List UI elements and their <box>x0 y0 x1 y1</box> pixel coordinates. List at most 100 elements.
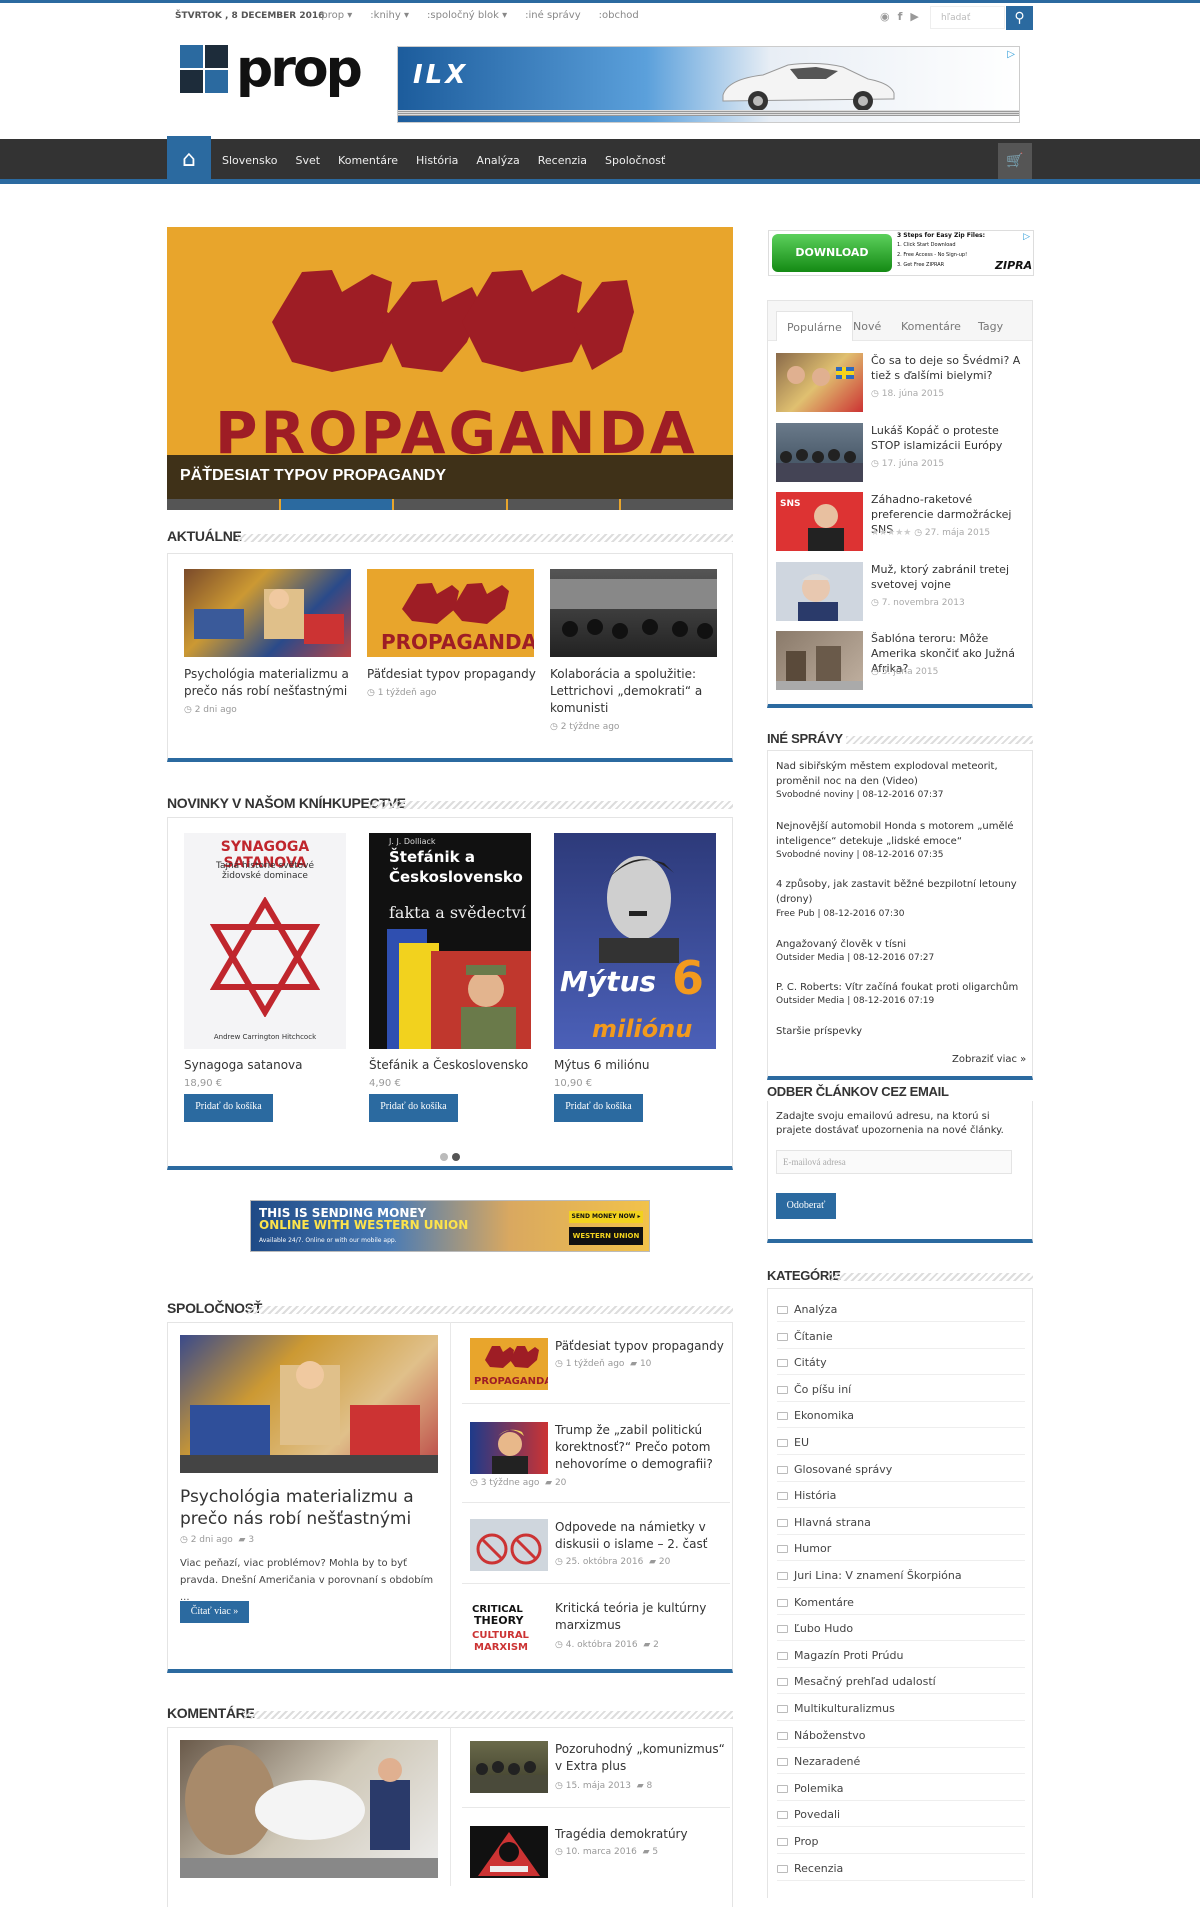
tab-popularne[interactable]: Populárne <box>776 311 853 341</box>
carousel-dot[interactable] <box>440 1153 448 1161</box>
download-button[interactable]: DOWNLOAD <box>772 234 892 272</box>
category-item[interactable]: Mesačný prehľad udalostí <box>777 1668 1025 1694</box>
komentare-thumb-2[interactable] <box>470 1826 548 1878</box>
ine-item-title-3[interactable]: 4 způsoby, jak zastavit běžné bezpilotní… <box>776 877 1031 907</box>
category-item[interactable]: Glosované správy <box>777 1456 1025 1482</box>
ine-item-title-5[interactable]: P. C. Roberts: Vítr začíná foukat proti … <box>776 980 1031 995</box>
spolocnost-main-title[interactable]: Psychológia materializmu a prečo nás rob… <box>180 1486 420 1530</box>
nav-item-svet[interactable]: Svet <box>295 154 320 167</box>
cart-button[interactable]: 🛒 <box>998 143 1032 179</box>
ine-item-title-2[interactable]: Nejnovější automobil Honda s motorem „um… <box>776 819 1031 849</box>
category-item[interactable]: Povedali <box>777 1801 1025 1827</box>
category-item[interactable]: Recenzia <box>777 1855 1025 1881</box>
nav-item-komentare[interactable]: Komentáre <box>338 154 398 167</box>
top-menu-spolocny-blok[interactable]: :spoločný blok ▾ <box>427 10 507 21</box>
aktualne-title-2[interactable]: Päťdesiat typov propagandy <box>367 666 537 683</box>
book-cover-3[interactable]: Mýtus 6 miliónu <box>554 833 716 1049</box>
popular-thumb-4[interactable] <box>776 562 863 621</box>
email-field[interactable]: E-mailová adresa <box>776 1150 1012 1174</box>
spolocnost-item-title-4[interactable]: Kritická teória je kultúrny marxizmus <box>555 1600 725 1634</box>
spolocnost-thumb-3[interactable] <box>470 1519 548 1571</box>
home-button[interactable]: ⌂ <box>167 136 211 184</box>
spolocnost-item-title-3[interactable]: Odpovede na námietky v diskusii o islame… <box>555 1519 725 1553</box>
category-item[interactable]: Multikulturalizmus <box>777 1695 1025 1721</box>
nav-item-analyza[interactable]: Analýza <box>476 154 519 167</box>
komentare-main-image[interactable] <box>180 1740 438 1878</box>
tab-nove[interactable]: Nové <box>843 311 891 341</box>
slide-dot[interactable] <box>507 499 620 510</box>
top-menu-prop[interactable]: :prop ▾ <box>318 10 352 21</box>
category-item[interactable]: Prop <box>777 1828 1025 1854</box>
nav-item-slovensko[interactable]: Slovensko <box>222 154 277 167</box>
ine-item-title-4[interactable]: Angažovaný člověk v tísni <box>776 937 1031 952</box>
spolocnost-main-image[interactable] <box>180 1335 438 1473</box>
category-item[interactable]: Citáty <box>777 1349 1025 1375</box>
komentare-item-title-2[interactable]: Tragédia demokratúry <box>555 1826 725 1843</box>
aktualne-title-1[interactable]: Psychológia materializmu a prečo nás rob… <box>184 666 354 700</box>
category-item[interactable]: Analýza <box>777 1296 1025 1322</box>
komentare-item-title-1[interactable]: Pozoruhodný „komunizmus“ v Extra plus <box>555 1741 725 1775</box>
subscribe-button[interactable]: Odoberať <box>776 1193 836 1219</box>
add-to-cart-button-1[interactable]: Pridať do košíka <box>184 1094 273 1122</box>
slide-dot[interactable] <box>621 499 733 510</box>
nav-item-historia[interactable]: História <box>416 154 458 167</box>
spolocnost-thumb-2[interactable] <box>470 1422 548 1474</box>
add-to-cart-button-3[interactable]: Pridať do košíka <box>554 1094 643 1122</box>
popular-title-2[interactable]: Lukáš Kopáč o proteste STOP islamizácii … <box>871 423 1031 453</box>
search-button[interactable]: ⚲ <box>1006 6 1033 30</box>
tab-tagy[interactable]: Tagy <box>968 311 1013 341</box>
category-item[interactable]: Polemika <box>777 1775 1025 1801</box>
carousel-dot-active[interactable] <box>452 1153 460 1161</box>
sidebar-ad[interactable]: DOWNLOAD 3 Steps for Easy Zip Files: 1. … <box>768 230 1034 276</box>
spolocnost-item-title-2[interactable]: Trump že „zabil politickú korektnosť?“ P… <box>555 1422 725 1473</box>
book-cover-2[interactable]: J. J. Dolliack Štefánik a Československo… <box>369 833 531 1049</box>
western-union-ad[interactable]: THIS IS SENDING MONEY ONLINE WITH WESTER… <box>250 1200 650 1252</box>
top-banner-ad[interactable]: ILX ▷ <box>397 46 1020 123</box>
category-item[interactable]: EU <box>777 1429 1025 1455</box>
ad-info-icon[interactable]: ▷ <box>1007 49 1015 60</box>
youtube-icon[interactable]: ▶ <box>910 10 918 23</box>
featured-slider[interactable]: PROPAGANDA PÄŤDESIAT TYPOV PROPAGANDY <box>167 227 733 510</box>
spolocnost-thumb-1[interactable]: PROPAGANDA <box>470 1338 548 1390</box>
search-input[interactable]: hľadať <box>930 6 1005 29</box>
komentare-thumb-1[interactable] <box>470 1741 548 1793</box>
category-item[interactable]: Hlavná strana <box>777 1509 1025 1535</box>
add-to-cart-button-2[interactable]: Pridať do košíka <box>369 1094 458 1122</box>
popular-thumb-2[interactable] <box>776 423 863 482</box>
category-item[interactable]: Ekonomika <box>777 1402 1025 1428</box>
category-item[interactable]: Komentáre <box>777 1589 1025 1615</box>
show-more-link[interactable]: Zobraziť viac » <box>952 1054 1026 1065</box>
popular-thumb-1[interactable] <box>776 353 863 412</box>
tab-komentare[interactable]: Komentáre <box>891 311 971 341</box>
slide-caption[interactable]: PÄŤDESIAT TYPOV PROPAGANDY <box>167 455 733 499</box>
older-posts-link[interactable]: Staršie príspevky <box>776 1024 1031 1039</box>
aktualne-image-2[interactable]: PROPAGANDA <box>367 569 534 657</box>
ad-info-icon[interactable]: ▷ <box>1023 232 1030 242</box>
slide-dot-active[interactable] <box>280 499 393 510</box>
aktualne-image-3[interactable] <box>550 569 717 657</box>
facebook-icon[interactable]: f <box>898 10 903 23</box>
book-cover-1[interactable]: SYNAGOGA SATANOVA Tajná historie světové… <box>184 833 346 1049</box>
top-menu-obchod[interactable]: :obchod <box>599 10 639 21</box>
category-item[interactable]: História <box>777 1482 1025 1508</box>
spolocnost-thumb-4[interactable]: CRITICAL THEORY CULTURAL MARXISM <box>470 1600 548 1652</box>
popular-thumb-3[interactable]: SNS <box>776 492 863 551</box>
site-logo[interactable]: prop <box>180 39 363 100</box>
book-title-3[interactable]: Mýtus 6 miliónu <box>554 1058 650 1072</box>
category-item[interactable]: Náboženstvo <box>777 1722 1025 1748</box>
category-item[interactable]: Humor <box>777 1535 1025 1561</box>
category-item[interactable]: Čo píšu iní <box>777 1376 1025 1402</box>
ine-item-title-1[interactable]: Nad sibiřským městem explodoval meteorit… <box>776 759 1031 789</box>
aktualne-title-3[interactable]: Kolaborácia a spolužitie: Lettrichovi „d… <box>550 666 720 717</box>
slide-dot[interactable] <box>394 499 506 510</box>
book-title-2[interactable]: Štefánik a Československo <box>369 1058 528 1072</box>
top-menu-ine-spravy[interactable]: :iné správy <box>525 10 580 21</box>
category-item[interactable]: Juri Lina: V znamení Škorpióna <box>777 1562 1025 1588</box>
category-item[interactable]: Magazín Proti Prúdu <box>777 1642 1025 1668</box>
slide-dot[interactable] <box>167 499 279 510</box>
top-menu-knihy[interactable]: :knihy ▾ <box>370 10 409 21</box>
popular-title-1[interactable]: Čo sa to deje so Švédmi? A tiež s ďalším… <box>871 353 1031 383</box>
popular-title-4[interactable]: Muž, ktorý zabránil tretej svetovej vojn… <box>871 562 1031 592</box>
category-item[interactable]: Čítanie <box>777 1323 1025 1349</box>
book-title-1[interactable]: Synagoga satanova <box>184 1058 303 1072</box>
